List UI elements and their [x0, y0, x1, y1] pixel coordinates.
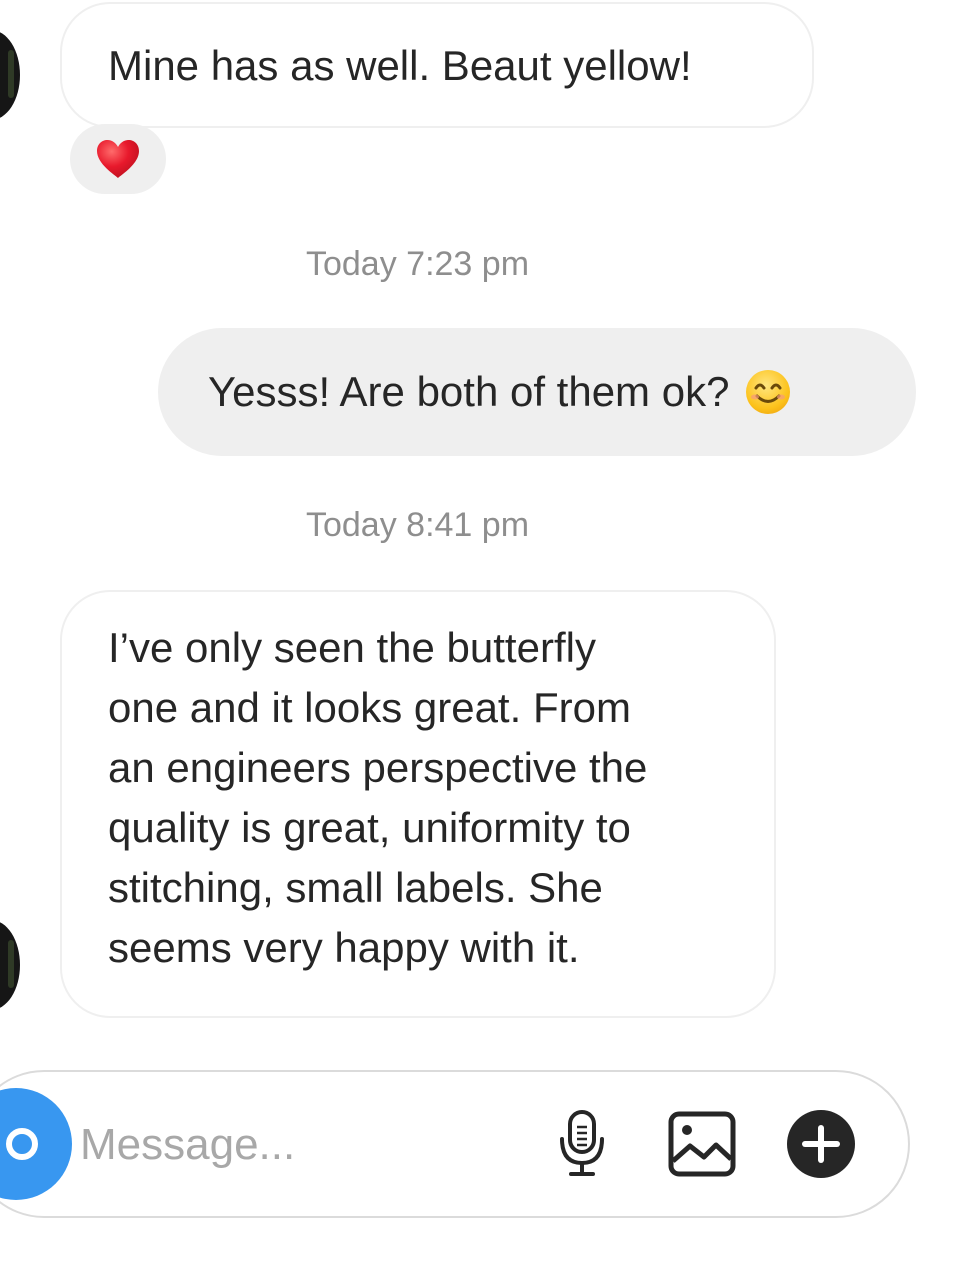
- more-options-button[interactable]: [785, 1108, 857, 1180]
- sender-avatar[interactable]: [0, 30, 20, 120]
- gallery-icon: [668, 1111, 736, 1177]
- message-bubble-incoming[interactable]: Mine has as well. Beaut yellow!: [60, 2, 814, 128]
- microphone-icon: [560, 1110, 604, 1176]
- gallery-button[interactable]: [666, 1108, 738, 1180]
- red-heart-icon: [97, 140, 139, 178]
- sender-avatar[interactable]: [0, 920, 20, 1010]
- timestamp: Today 8:41 pm: [305, 506, 530, 544]
- message-text: Mine has as well. Beaut yellow!: [108, 42, 692, 89]
- camera-icon: [6, 1128, 38, 1160]
- timestamp: Today 7:23 pm: [305, 245, 530, 283]
- microphone-button[interactable]: [546, 1108, 618, 1180]
- message-bubble-incoming[interactable]: I’ve only seen the butterfly one and it …: [60, 590, 776, 1018]
- message-text: I’ve only seen the butterfly one and it …: [108, 624, 648, 971]
- smiling-face-icon: [746, 370, 791, 414]
- plus-icon: [787, 1110, 855, 1178]
- heart-reaction[interactable]: [70, 124, 166, 194]
- message-bubble-outgoing[interactable]: Yesss! Are both of them ok?: [158, 328, 916, 456]
- message-text: Yesss! Are both of them ok?: [208, 368, 730, 415]
- message-input[interactable]: [80, 1115, 520, 1175]
